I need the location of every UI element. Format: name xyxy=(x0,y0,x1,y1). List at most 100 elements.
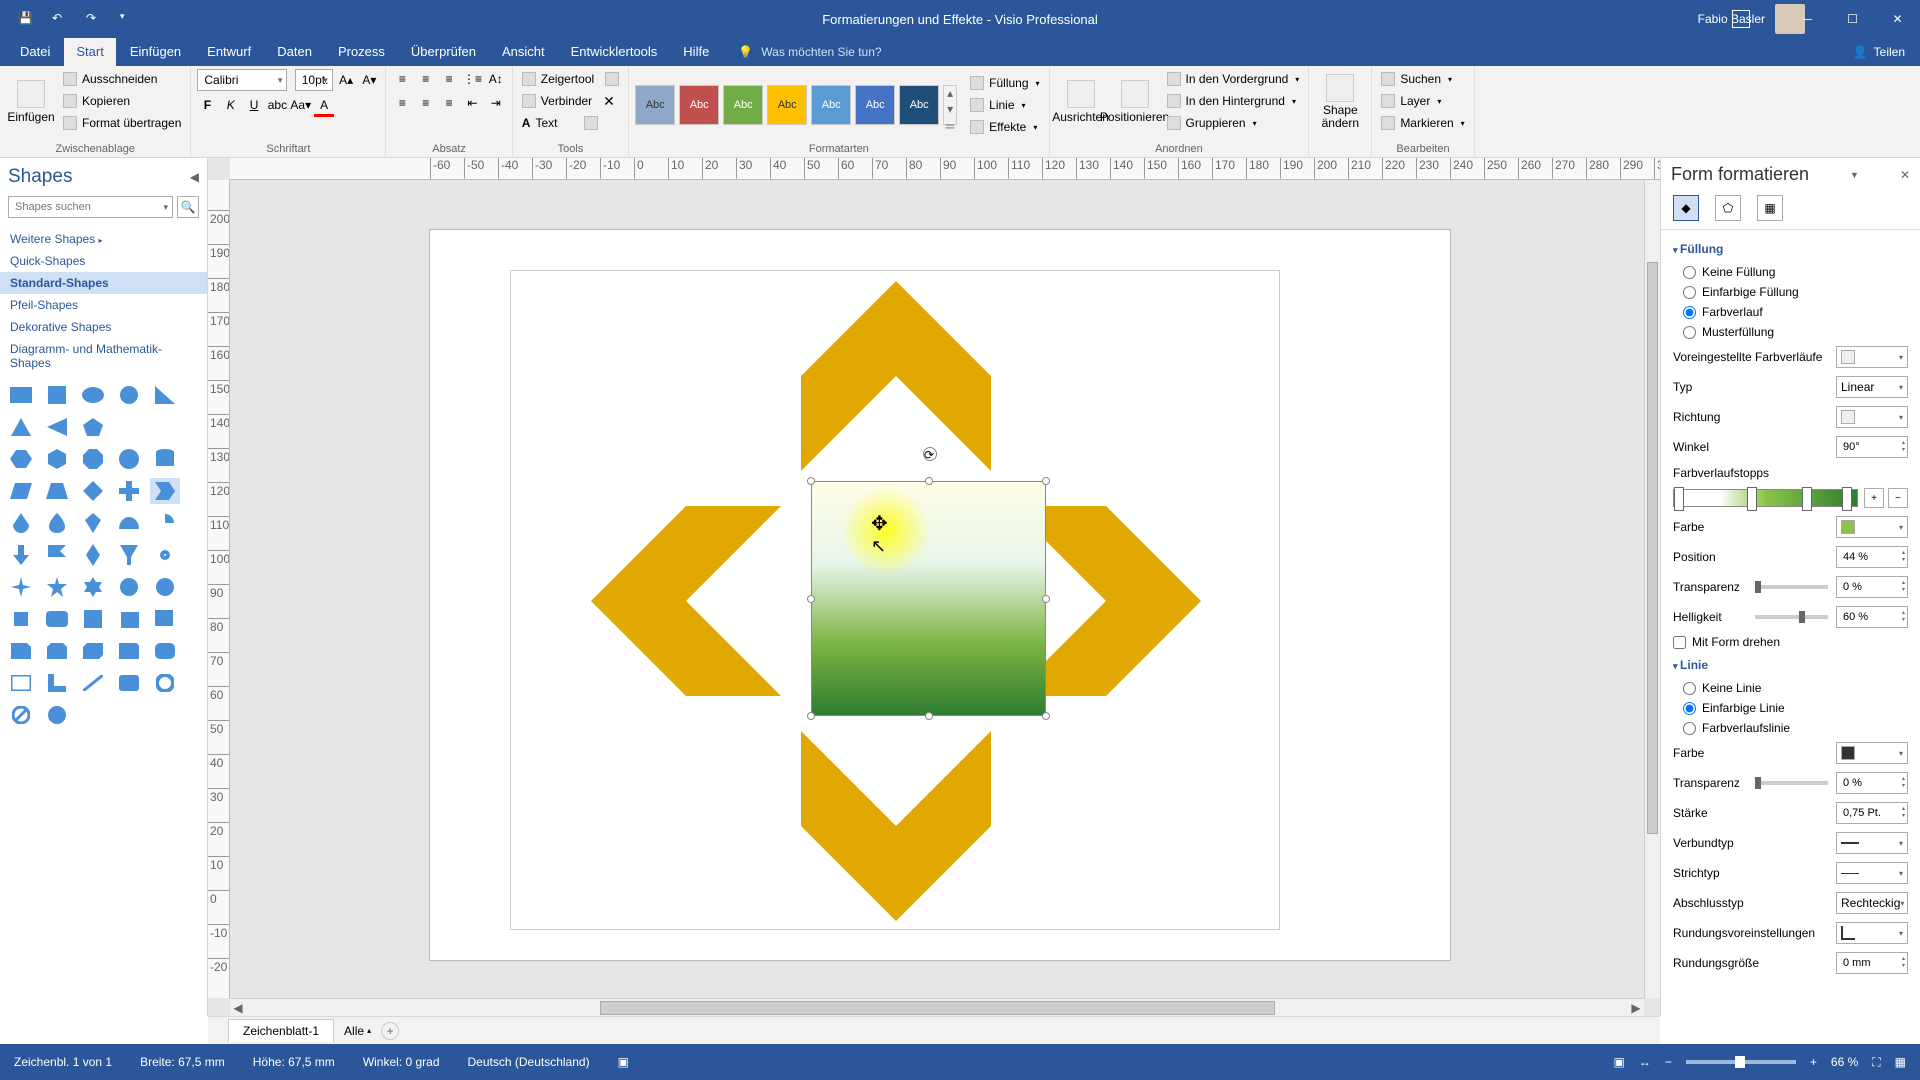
select-button[interactable]: Markieren▾ xyxy=(1378,113,1467,133)
shapes-cat-more[interactable]: Weitere Shapes ▸ xyxy=(0,228,207,250)
maximize-button[interactable]: ☐ xyxy=(1830,0,1875,38)
delete-icon[interactable]: ✕ xyxy=(603,93,615,110)
remove-gradient-stop-button[interactable]: − xyxy=(1888,488,1908,508)
close-pane-icon[interactable]: ✕ xyxy=(1900,168,1910,182)
find-button[interactable]: Suchen▾ xyxy=(1378,69,1467,89)
pane-tab-effects[interactable]: ⬠ xyxy=(1715,195,1741,221)
bring-front-button[interactable]: In den Vordergrund▾ xyxy=(1164,69,1303,89)
shapes-search-input[interactable]: Shapes suchen xyxy=(8,196,173,218)
copy-button[interactable]: Kopieren xyxy=(60,91,184,111)
zoom-in-button[interactable]: + xyxy=(1810,1055,1817,1069)
line-none-radio[interactable]: Keine Linie xyxy=(1673,678,1908,698)
tab-data[interactable]: Daten xyxy=(265,38,324,66)
shape-star6[interactable] xyxy=(78,574,108,600)
vertical-scrollbar[interactable] xyxy=(1644,180,1660,998)
shape-diag-stripe[interactable] xyxy=(78,670,108,696)
resize-handle-ne[interactable] xyxy=(1042,477,1050,485)
shape-3d-box[interactable] xyxy=(150,606,180,632)
fill-section-header[interactable]: Füllung xyxy=(1673,236,1908,262)
shape-can[interactable] xyxy=(150,446,180,472)
line-transparency-input[interactable]: 0 % xyxy=(1836,772,1908,794)
align-right-button[interactable]: ≡ xyxy=(439,93,459,113)
pane-tab-fill-line[interactable]: ◆ xyxy=(1673,195,1699,221)
rotate-handle[interactable]: ⟳ xyxy=(923,447,937,461)
style-preset-5[interactable]: Abc xyxy=(811,85,851,125)
layer-button[interactable]: Layer▾ xyxy=(1378,91,1467,111)
pan-zoom-icon[interactable]: ▦ xyxy=(1895,1055,1906,1069)
shape-triangle[interactable] xyxy=(6,414,36,440)
fill-solid-radio[interactable]: Einfarbige Füllung xyxy=(1673,282,1908,302)
cut-button[interactable]: Ausschneiden xyxy=(60,69,184,89)
cap-type-combo[interactable]: Rechteckig xyxy=(1836,892,1908,914)
undo-icon[interactable]: ↶ xyxy=(52,11,68,27)
shape-single-snip[interactable] xyxy=(6,638,36,664)
shape-pentagon[interactable] xyxy=(78,414,108,440)
page-width-icon[interactable]: ↔ xyxy=(1639,1055,1651,1069)
shape-right-triangle[interactable] xyxy=(150,382,180,408)
send-back-button[interactable]: In den Hintergrund▾ xyxy=(1164,91,1303,111)
tab-process[interactable]: Prozess xyxy=(326,38,397,66)
shapes-search-button[interactable]: 🔍 xyxy=(177,196,199,218)
style-gallery-expand[interactable]: ▴▾＝ xyxy=(943,85,957,125)
collapse-panel-icon[interactable]: ◀ xyxy=(190,170,199,184)
resize-handle-se[interactable] xyxy=(1042,712,1050,720)
shape-diamond[interactable] xyxy=(78,478,108,504)
scroll-right-icon[interactable]: ▶ xyxy=(1628,1001,1644,1015)
shapes-cat-arrow[interactable]: Pfeil-Shapes xyxy=(0,294,207,316)
rounding-input[interactable]: 0 mm xyxy=(1836,952,1908,974)
shape-kite[interactable] xyxy=(78,510,108,536)
ruler-horizontal[interactable]: -60-50-40-30-20-100102030405060708090100… xyxy=(230,158,1660,180)
transparency-input[interactable]: 0 % xyxy=(1836,576,1908,598)
rotate-with-shape-checkbox[interactable]: Mit Form drehen xyxy=(1673,632,1908,652)
shapes-cat-diagram[interactable]: Diagramm- und Mathematik-Shapes xyxy=(0,338,207,374)
pane-tab-size[interactable]: ▦ xyxy=(1757,195,1783,221)
resize-handle-n[interactable] xyxy=(925,477,933,485)
preset-gradient-picker[interactable] xyxy=(1836,346,1908,368)
save-icon[interactable]: 💾 xyxy=(18,11,34,27)
fill-gradient-radio[interactable]: Farbverlauf xyxy=(1673,302,1908,322)
italic-button[interactable]: K xyxy=(221,95,241,115)
gradient-position-input[interactable]: 44 % xyxy=(1836,546,1908,568)
shape-cube[interactable] xyxy=(6,606,36,632)
grow-font-button[interactable]: A▴ xyxy=(336,70,356,90)
rectangle-tool-icon[interactable] xyxy=(605,72,619,86)
shape-no-symbol[interactable] xyxy=(6,702,36,728)
gradient-stop-1[interactable] xyxy=(1674,487,1684,511)
shape-rounded-rect[interactable] xyxy=(42,606,72,632)
gradient-color-picker[interactable] xyxy=(1836,516,1908,538)
style-preset-1[interactable]: Abc xyxy=(635,85,675,125)
qat-more-icon[interactable]: ▾ xyxy=(120,11,136,27)
add-page-button[interactable]: + xyxy=(381,1022,399,1040)
zoom-knob[interactable] xyxy=(1735,1056,1745,1068)
gradient-stop-3[interactable] xyxy=(1802,487,1812,511)
resize-handle-sw[interactable] xyxy=(807,712,815,720)
shape-teardrop[interactable] xyxy=(42,510,72,536)
shape-star5[interactable] xyxy=(42,574,72,600)
scroll-thumb[interactable] xyxy=(600,1001,1275,1015)
strike-button[interactable]: abc xyxy=(267,95,287,115)
close-window-button[interactable]: ✕ xyxy=(1875,0,1920,38)
shape-funnel[interactable] xyxy=(114,542,144,568)
all-pages-button[interactable]: Alle ▴ xyxy=(344,1024,371,1038)
align-middle-button[interactable]: ≡ xyxy=(416,69,436,89)
change-shape-button[interactable]: Shape ändern xyxy=(1315,69,1365,135)
font-name-combo[interactable]: Calibri xyxy=(197,69,287,91)
tab-review[interactable]: Überprüfen xyxy=(399,38,488,66)
resize-handle-s[interactable] xyxy=(925,712,933,720)
shape-snip-diag[interactable] xyxy=(78,638,108,664)
align-bottom-button[interactable]: ≡ xyxy=(439,69,459,89)
shape-frame[interactable] xyxy=(6,670,36,696)
shape-flag[interactable] xyxy=(42,542,72,568)
share-button[interactable]: 👤 Teilen xyxy=(1853,45,1905,59)
shape-l[interactable] xyxy=(42,670,72,696)
shape-drop[interactable] xyxy=(6,510,36,536)
scroll-left-icon[interactable]: ◀ xyxy=(230,1001,246,1015)
dash-type-picker[interactable] xyxy=(1836,862,1908,884)
line-gradient-radio[interactable]: Farbverlaufslinie xyxy=(1673,718,1908,738)
resize-handle-w[interactable] xyxy=(807,595,815,603)
shape-donut[interactable] xyxy=(150,670,180,696)
shape-round-single[interactable] xyxy=(114,638,144,664)
gradient-stop-4[interactable] xyxy=(1842,487,1852,511)
ribbon-display-options-icon[interactable] xyxy=(1732,10,1750,28)
shape-parallelogram[interactable] xyxy=(6,478,36,504)
